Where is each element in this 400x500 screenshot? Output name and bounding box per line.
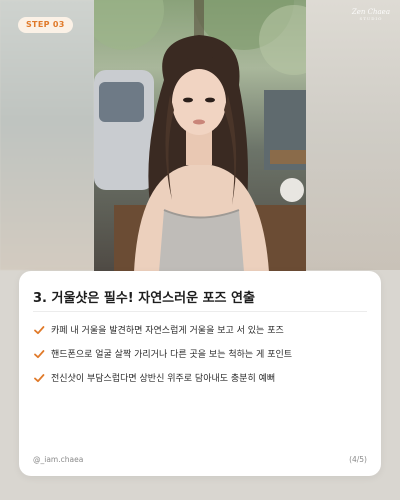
bullet-text: 카페 내 거울을 발견하면 자연스럽게 거울을 보고 서 있는 포즈: [51, 326, 284, 336]
step-badge: STEP 03: [18, 17, 73, 33]
photo-illustration: [94, 0, 306, 272]
checkmark-icon: [34, 373, 45, 382]
card-divider: [33, 311, 367, 312]
background-left-blur: [0, 0, 94, 270]
checkmark-icon: [34, 325, 45, 334]
bullet-text: 전신샷이 부담스럽다면 상반신 위주로 담아내도 충분히 예뻐: [51, 374, 276, 384]
bullet-item: 전신샷이 부담스럽다면 상반신 위주로 담아내도 충분히 예뻐: [33, 371, 275, 384]
bullet-item: 핸드폰으로 얼굴 살짝 가리거나 다른 곳을 보는 척하는 게 포인트: [33, 347, 292, 360]
bullet-text: 핸드폰으로 얼굴 살짝 가리거나 다른 곳을 보는 척하는 게 포인트: [51, 350, 293, 360]
checkmark-icon: [34, 349, 45, 358]
photographer-watermark: Zen Chaea STUDIO: [352, 8, 390, 21]
background-right-blur: [306, 0, 400, 270]
watermark-line2: STUDIO: [359, 16, 383, 21]
tip-card: 3. 거울샷은 필수! 자연스러운 포즈 연출 카페 내 거울을 발견하면 자연…: [19, 271, 381, 476]
author-handle: @_iam.chaea: [33, 455, 84, 464]
page-indicator: (4/5): [349, 455, 367, 464]
watermark-line1: Zen Chaea: [351, 8, 390, 16]
portrait-photo: [94, 0, 306, 272]
card-title: 3. 거울샷은 필수! 자연스러운 포즈 연출: [33, 291, 255, 306]
bullet-item: 카페 내 거울을 발견하면 자연스럽게 거울을 보고 서 있는 포즈: [33, 323, 284, 336]
